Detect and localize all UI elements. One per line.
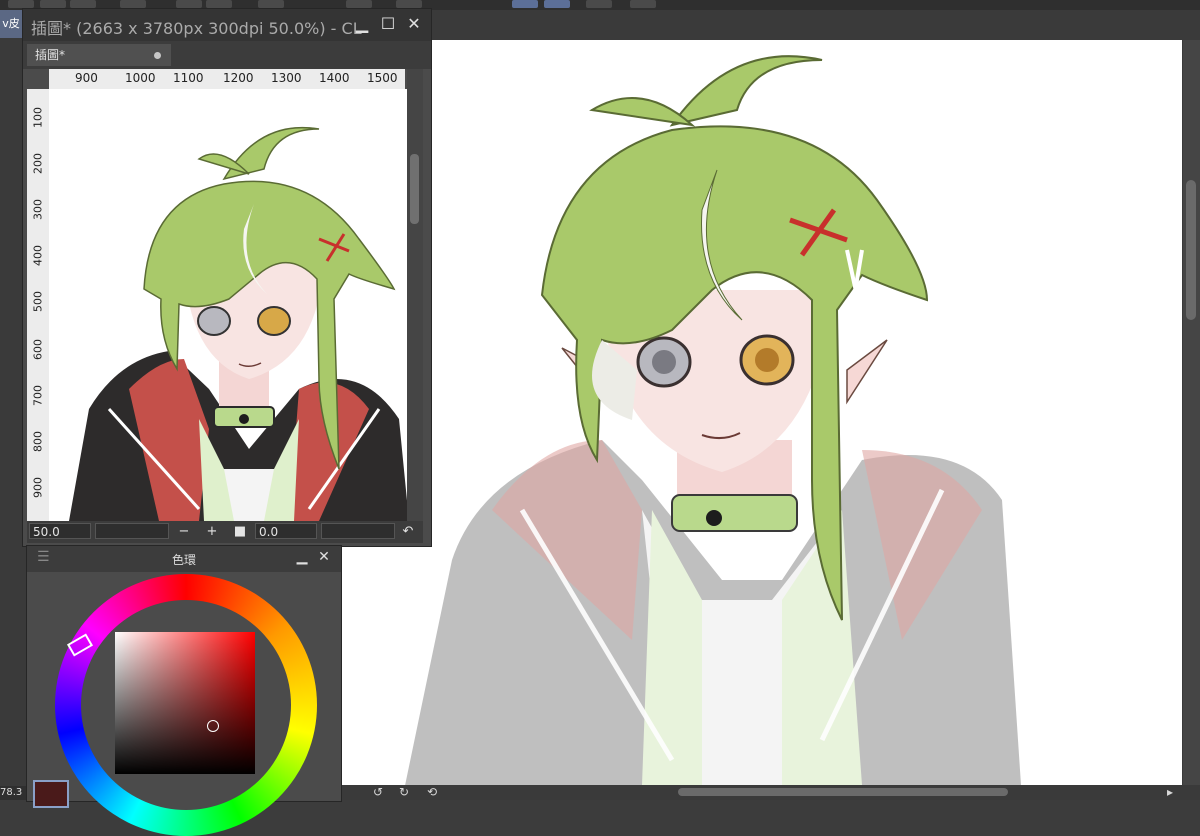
toolbar-button[interactable]	[258, 0, 284, 8]
toolbar-button-active[interactable]	[544, 0, 570, 8]
current-color-swatch[interactable]	[33, 780, 69, 808]
left-tab[interactable]: v皮	[0, 10, 22, 38]
rotate-right-icon[interactable]: ↻	[396, 785, 412, 799]
toolbar-button[interactable]	[120, 0, 146, 8]
toolbar-button[interactable]	[630, 0, 656, 8]
reset-rotation-icon[interactable]: ↶	[399, 522, 417, 542]
toolbar-button[interactable]	[206, 0, 232, 8]
navigator-window[interactable]: 插圖* (2663 x 3780px 300dpi 50.0%) - CL ▁ …	[22, 8, 432, 547]
ruler-tick: 1100	[173, 71, 204, 85]
navigator-bottom-bar: 50.0 − + ■ 0.0 ↶	[27, 521, 423, 543]
ruler-tick: 900	[75, 71, 98, 85]
ruler-left: 100 200 300 400 500 600 700 800 900	[27, 89, 50, 521]
toolbar-button[interactable]	[396, 0, 422, 8]
tab-label: 插圖*	[35, 48, 66, 62]
canvas-vertical-scroll-thumb[interactable]	[1186, 180, 1196, 320]
ruler-tick: 600	[31, 339, 45, 360]
ruler-tick: 1000	[125, 71, 156, 85]
maximize-icon[interactable]: ☐	[377, 13, 399, 35]
main-canvas[interactable]	[342, 40, 1182, 785]
navigator-vertical-scroll-thumb[interactable]	[410, 154, 419, 224]
angle-field[interactable]: 0.0	[255, 523, 317, 539]
close-icon[interactable]: ✕	[315, 549, 333, 565]
reset-rotation-icon[interactable]: ⟲	[424, 785, 440, 799]
angle-slider[interactable]	[321, 523, 395, 539]
zoom-slider[interactable]	[95, 523, 169, 539]
canvas-horizontal-scroll-thumb[interactable]	[678, 788, 1008, 796]
fit-icon[interactable]: ■	[231, 522, 249, 542]
saturation-value-square[interactable]	[115, 632, 255, 774]
main-illustration	[405, 55, 1021, 785]
toolbar-button[interactable]	[176, 0, 202, 8]
ruler-tick: 1300	[271, 71, 302, 85]
ruler-tick: 800	[31, 431, 45, 452]
zoom-out-icon[interactable]: −	[175, 522, 193, 542]
navigator-tabs: 插圖*	[23, 41, 431, 69]
navigator-title: 插圖* (2663 x 3780px 300dpi 50.0%) - CL	[31, 19, 362, 38]
ruler-tick: 700	[31, 385, 45, 406]
minimize-icon[interactable]: ▁	[293, 549, 311, 565]
zoom-field[interactable]: 50.0	[29, 523, 91, 539]
ruler-tick: 300	[31, 199, 45, 220]
ruler-top: 900 1000 1100 1200 1300 1400 1500	[49, 69, 405, 90]
navigator-titlebar[interactable]: 插圖* (2663 x 3780px 300dpi 50.0%) - CL ▁ …	[23, 9, 431, 41]
canvas-vertical-scrollbar[interactable]	[1183, 40, 1200, 785]
zoom-status: 78.3	[0, 786, 28, 800]
ruler-tick: 1200	[223, 71, 254, 85]
navigator-vertical-scrollbar[interactable]	[407, 69, 423, 521]
ruler-tick: 900	[31, 477, 45, 498]
ruler-tick: 200	[31, 153, 45, 174]
zoom-in-icon[interactable]: +	[203, 522, 221, 542]
color-wheel-panel[interactable]: ☰ 色環 ▁ ✕	[26, 545, 342, 836]
toolbar-button[interactable]	[8, 0, 34, 8]
toolbar-button[interactable]	[346, 0, 372, 8]
ruler-tick: 500	[31, 291, 45, 312]
toolbar-button[interactable]	[70, 0, 96, 8]
rotate-left-icon[interactable]: ↺	[370, 785, 386, 799]
toolbar-button-active[interactable]	[512, 0, 538, 8]
ruler-tick: 1400	[319, 71, 350, 85]
unsaved-dot-icon	[154, 52, 161, 59]
navigator-illustration	[69, 126, 407, 521]
toolbar-button[interactable]	[586, 0, 612, 8]
close-icon[interactable]: ✕	[403, 13, 425, 35]
ruler-tick: 100	[31, 107, 45, 128]
ruler-tick: 400	[31, 245, 45, 266]
scroll-right-icon[interactable]: ▸	[1162, 785, 1178, 799]
toolbar-button[interactable]	[40, 0, 66, 8]
tab-illustration[interactable]: 插圖*	[27, 44, 171, 66]
navigator-canvas[interactable]	[49, 89, 407, 521]
minimize-icon[interactable]: ▁	[351, 13, 373, 35]
ruler-tick: 1500	[367, 71, 398, 85]
color-panel-header: ☰ 色環 ▁ ✕	[27, 546, 341, 572]
color-picker-marker[interactable]	[207, 720, 219, 732]
